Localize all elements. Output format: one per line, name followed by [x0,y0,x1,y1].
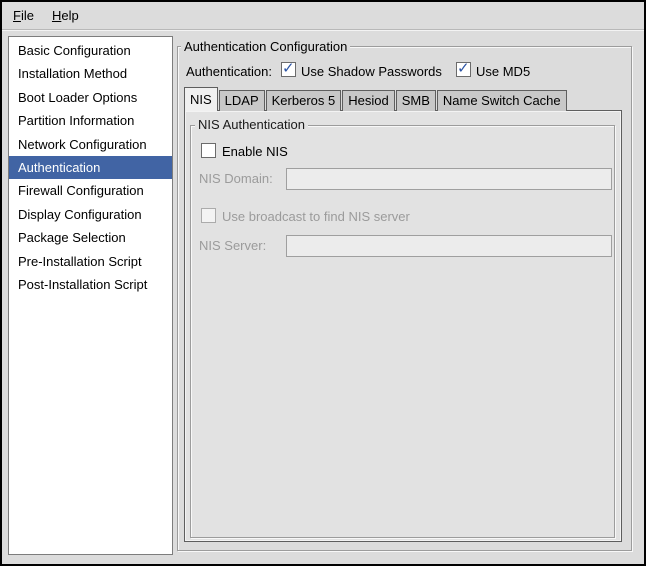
nis-authentication-frame-title: NIS Authentication [195,117,308,132]
tab-bar: NISLDAPKerberos 5HesiodSMBName Switch Ca… [184,87,567,111]
tab-hesiod[interactable]: Hesiod [342,90,394,111]
sidebar-item-boot-loader-options[interactable]: Boot Loader Options [9,86,172,109]
sidebar-item-firewall-configuration[interactable]: Firewall Configuration [9,179,172,202]
nis-server-label: NIS Server: [199,238,266,253]
nis-domain-label: NIS Domain: [199,171,273,186]
enable-nis-checkbox[interactable]: ✓ [201,143,216,158]
sidebar-item-basic-configuration[interactable]: Basic Configuration [9,39,172,62]
use-broadcast-checkbox[interactable]: ✓ [201,208,216,223]
tab-name-switch-cache[interactable]: Name Switch Cache [437,90,567,111]
sidebar-item-pre-installation-script[interactable]: Pre-Installation Script [9,250,172,273]
nis-domain-input[interactable] [286,168,612,190]
sidebar-item-post-installation-script[interactable]: Post-Installation Script [9,273,172,296]
tab-nis[interactable]: NIS [184,87,218,111]
use-shadow-passwords-label[interactable]: Use Shadow Passwords [301,64,442,79]
checkmark-icon: ✓ [457,59,470,77]
use-md5-checkbox[interactable]: ✓ [456,62,471,77]
use-md5-label[interactable]: Use MD5 [476,64,530,79]
tab-kerberos-5[interactable]: Kerberos 5 [266,90,342,111]
sidebar-item-authentication[interactable]: Authentication [9,156,172,179]
use-broadcast-label[interactable]: Use broadcast to find NIS server [222,209,410,224]
sidebar-item-display-configuration[interactable]: Display Configuration [9,203,172,226]
menu-file[interactable]: File [4,5,43,26]
kickstart-configurator-window: File Help Basic ConfigurationInstallatio… [0,0,646,566]
menu-help[interactable]: Help [43,5,88,26]
authentication-label: Authentication: [186,64,272,79]
checkmark-icon: ✓ [282,59,295,77]
tab-ldap[interactable]: LDAP [219,90,265,111]
use-shadow-passwords-checkbox[interactable]: ✓ [281,62,296,77]
sidebar-item-installation-method[interactable]: Installation Method [9,62,172,85]
sidebar-list: Basic ConfigurationInstallation MethodBo… [8,36,173,555]
tab-smb[interactable]: SMB [396,90,436,111]
authentication-configuration-frame-title: Authentication Configuration [181,39,350,54]
menu-file-label: File [13,8,34,23]
nis-server-input[interactable] [286,235,612,257]
menu-help-label: Help [52,8,79,23]
menu-bar-separator [2,29,644,31]
menu-bar: File Help [2,2,644,29]
sidebar-item-package-selection[interactable]: Package Selection [9,226,172,249]
sidebar-item-partition-information[interactable]: Partition Information [9,109,172,132]
sidebar-item-network-configuration[interactable]: Network Configuration [9,133,172,156]
enable-nis-label[interactable]: Enable NIS [222,144,288,159]
